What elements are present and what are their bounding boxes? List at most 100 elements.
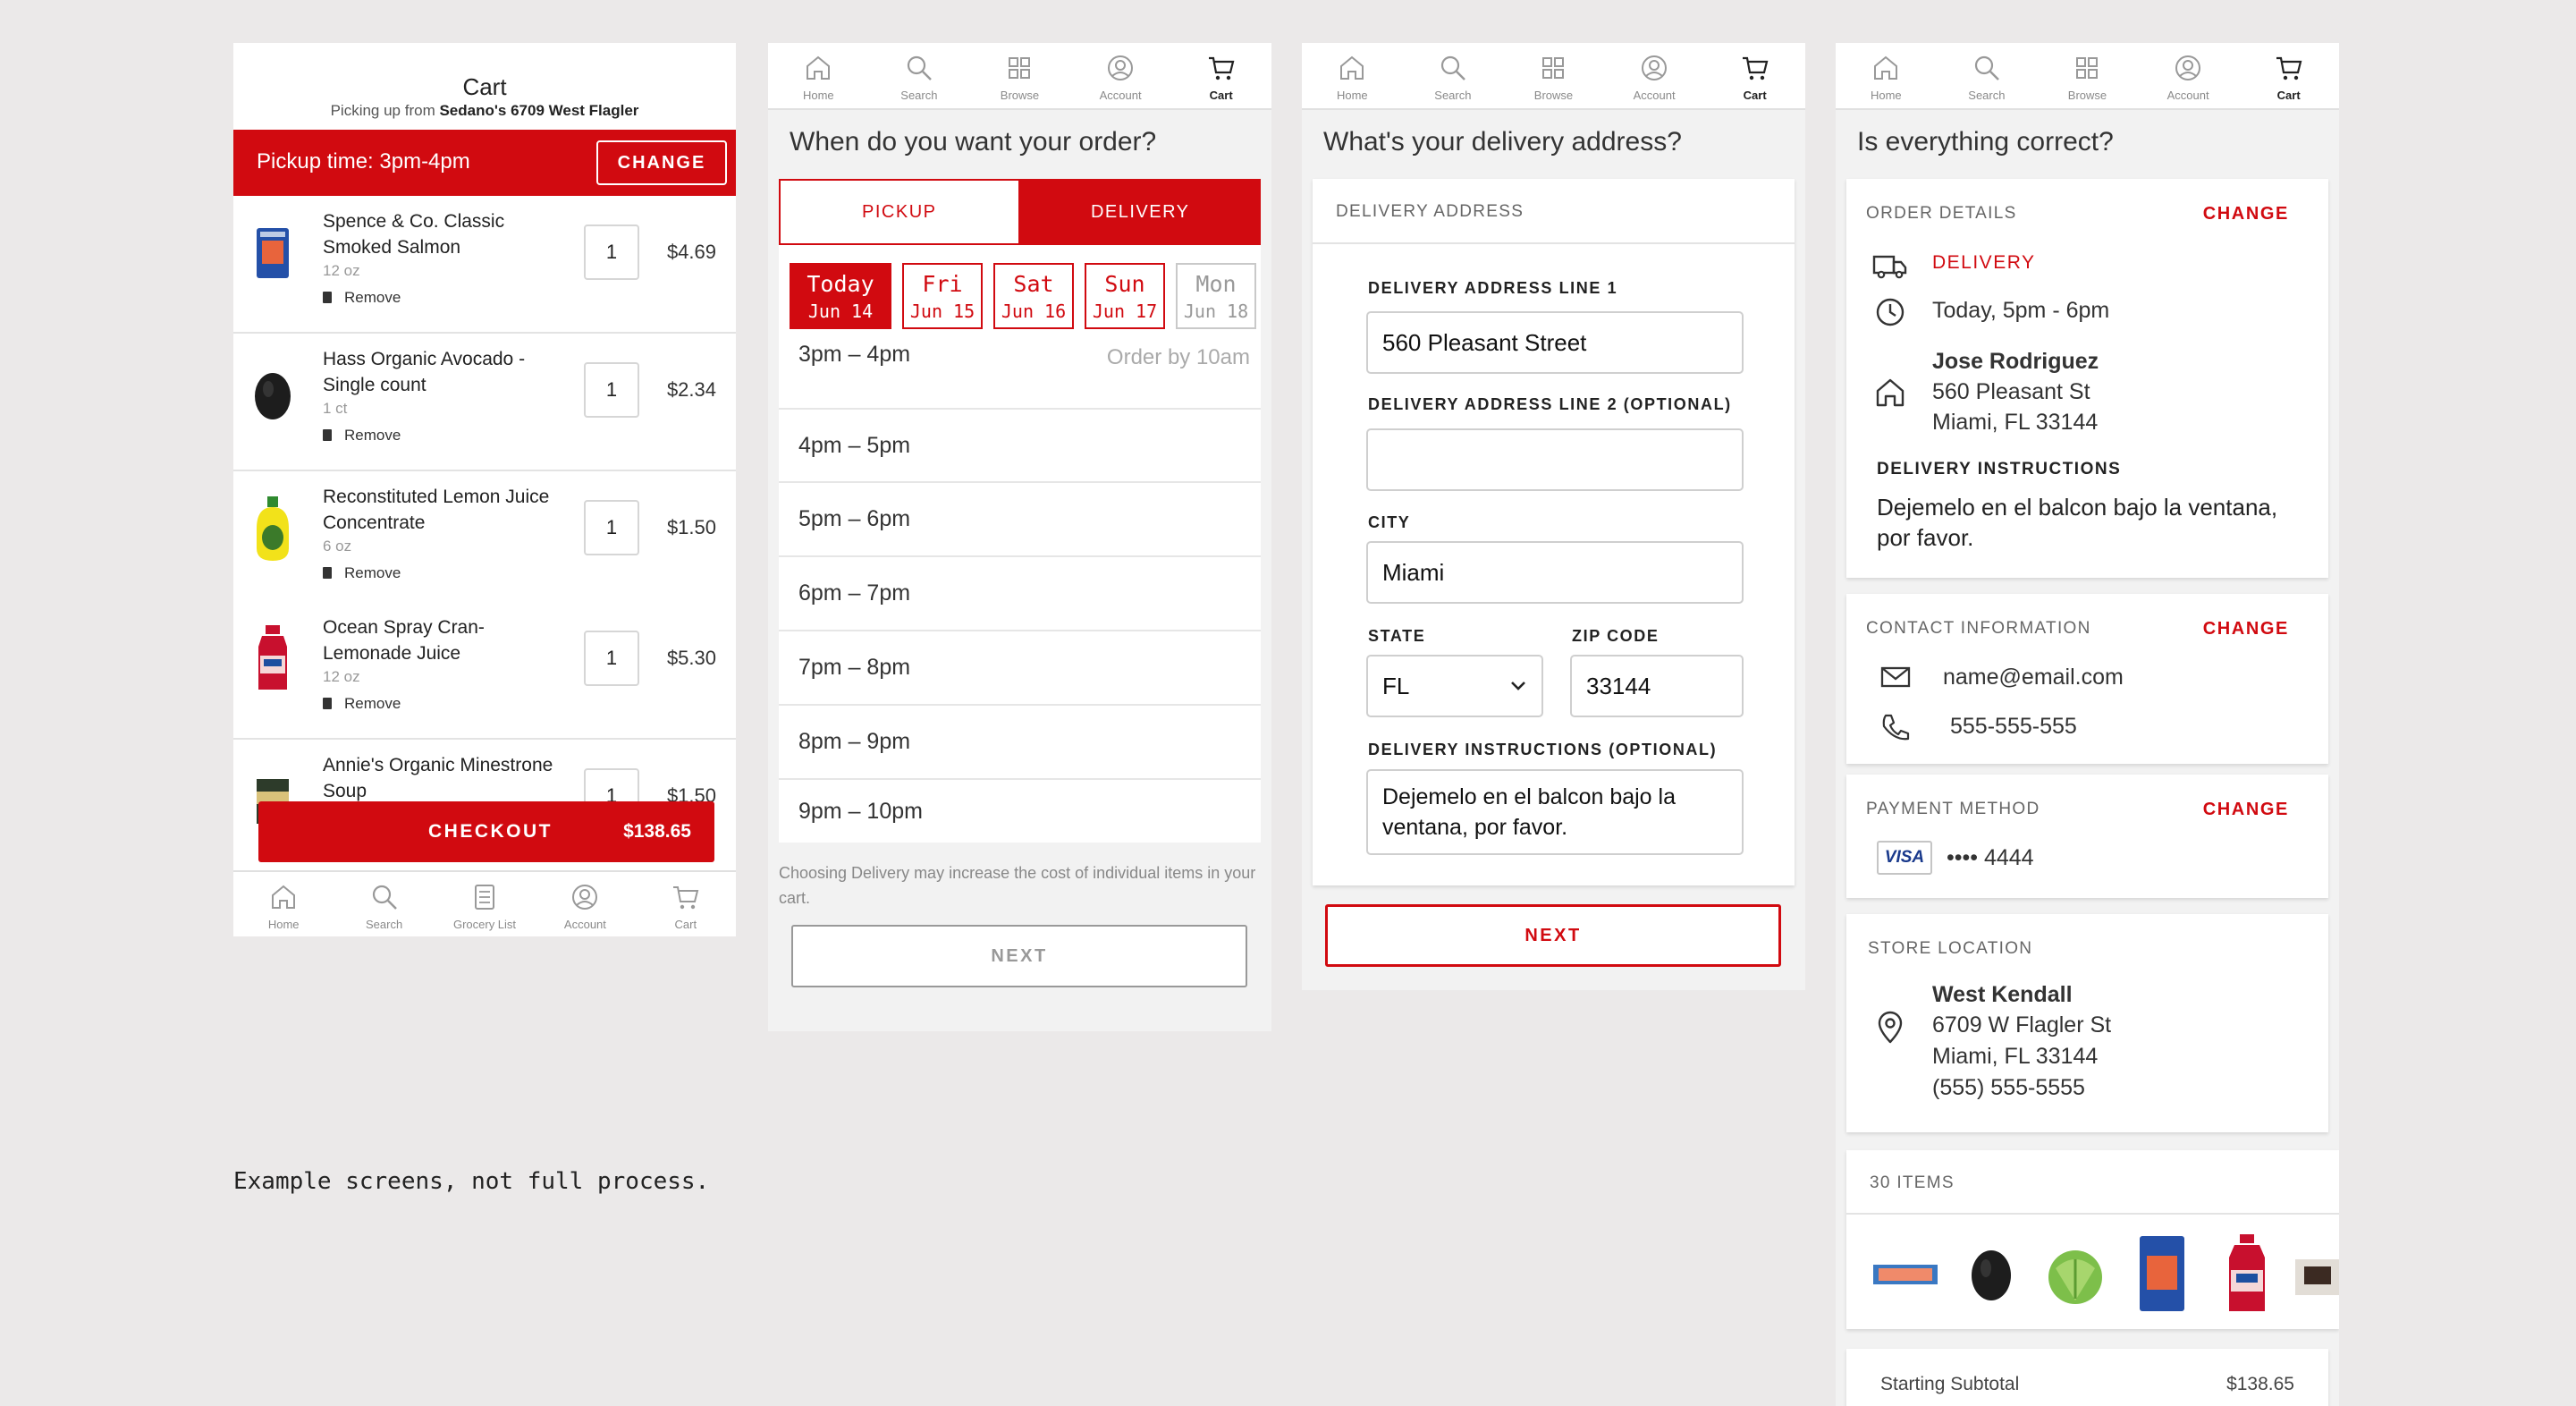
line1-label: DELIVERY ADDRESS LINE 1 bbox=[1368, 279, 1618, 297]
nav-grocery-list[interactable]: Grocery List bbox=[435, 872, 535, 936]
next-button[interactable]: NEXT bbox=[791, 925, 1247, 987]
nav-home[interactable]: Home bbox=[233, 872, 334, 936]
checkout-total: $138.65 bbox=[623, 821, 691, 842]
instructions-label: DELIVERY INSTRUCTIONS (OPTIONAL) bbox=[1368, 741, 1718, 758]
time-slot[interactable]: 7pm – 8pm bbox=[779, 631, 1261, 706]
delivery-instructions: Dejemelo en el balcon bajo la ventana, p… bbox=[1877, 494, 2278, 551]
address-line2-input[interactable] bbox=[1366, 428, 1744, 491]
delivery-note: Choosing Delivery may increase the cost … bbox=[779, 864, 1256, 907]
nav-cart[interactable]: Cart bbox=[2238, 43, 2339, 108]
tab-pickup[interactable]: PICKUP bbox=[779, 179, 1020, 245]
change-contact-button[interactable]: CHANGE bbox=[2203, 619, 2289, 639]
quantity-field[interactable]: 1 bbox=[584, 224, 639, 280]
payment-card: PAYMENT METHOD CHANGE VISA •••• 4444 bbox=[1846, 775, 2328, 898]
nav-browse[interactable]: Browse bbox=[969, 43, 1070, 108]
time-slot[interactable]: 5pm – 6pm bbox=[779, 483, 1261, 557]
address-form-card: DELIVERY ADDRESS DELIVERY ADDRESS LINE 1… bbox=[1313, 179, 1795, 885]
visa-card-icon: VISA bbox=[1877, 841, 1932, 875]
checkout-label: CHECKOUT bbox=[428, 821, 553, 842]
cart-icon bbox=[1742, 56, 1769, 80]
quantity-field[interactable]: 1 bbox=[584, 500, 639, 555]
order-by-note: Order by 10am bbox=[1106, 345, 1250, 369]
time-slot[interactable]: 6pm – 7pm bbox=[779, 557, 1261, 631]
day-name: Sun bbox=[1104, 270, 1145, 297]
nav-label: Home bbox=[802, 89, 834, 102]
items-count: 30 ITEMS bbox=[1870, 1173, 1955, 1192]
day-picker: Today Jun 14 Fri Jun 15 Sat Jun 16 Sun Jun 1… bbox=[790, 263, 1256, 329]
nav-home[interactable]: Home bbox=[1302, 43, 1403, 108]
remove-button[interactable]: Remove bbox=[323, 289, 401, 307]
nav-account[interactable]: Account bbox=[2138, 43, 2239, 108]
day-option[interactable]: Fri Jun 15 bbox=[902, 263, 983, 329]
next-button[interactable]: NEXT bbox=[1325, 904, 1781, 967]
remove-button[interactable]: Remove bbox=[323, 564, 401, 582]
top-nav: Home Search Browse Account Cart bbox=[1302, 43, 1805, 110]
cart-item[interactable]: Ocean Spray Cran-Lemonade Juice 12 oz Re… bbox=[233, 602, 736, 740]
top-nav: Home Search Browse Account Cart bbox=[768, 43, 1271, 110]
juice-bottle-icon bbox=[244, 623, 301, 695]
nav-account[interactable]: Account bbox=[1070, 43, 1171, 108]
nav-label: Browse bbox=[2067, 89, 2107, 102]
time-slot[interactable]: 9pm – 10pm bbox=[779, 780, 1261, 843]
time-slot[interactable]: 4pm – 5pm bbox=[779, 410, 1261, 483]
nav-cart[interactable]: Cart bbox=[1170, 43, 1271, 108]
payment-title: PAYMENT METHOD bbox=[1866, 800, 2040, 818]
slot-label: 6pm – 7pm bbox=[798, 580, 911, 606]
nav-home[interactable]: Home bbox=[1836, 43, 1937, 108]
address-line1-input[interactable]: 560 Pleasant Street bbox=[1366, 311, 1744, 374]
zip-input[interactable]: 33144 bbox=[1570, 655, 1744, 717]
cart-item[interactable]: Reconstituted Lemon Juice Concentrate 6 … bbox=[233, 471, 736, 609]
search-icon bbox=[1974, 55, 1999, 80]
day-option[interactable]: Today Jun 14 bbox=[790, 263, 891, 329]
item-size: 1 ct bbox=[323, 400, 348, 417]
nav-label: Browse bbox=[1533, 89, 1574, 102]
remove-button[interactable]: Remove bbox=[323, 427, 401, 445]
cart-item[interactable]: Spence & Co. Classic Smoked Salmon 12 oz… bbox=[233, 196, 736, 334]
location-pin-icon bbox=[1871, 1009, 1909, 1046]
slot-label: 5pm – 6pm bbox=[798, 506, 911, 531]
nav-home[interactable]: Home bbox=[768, 43, 869, 108]
day-option[interactable]: Sat Jun 16 bbox=[993, 263, 1074, 329]
change-payment-button[interactable]: CHANGE bbox=[2203, 800, 2289, 820]
nav-account[interactable]: Account bbox=[1604, 43, 1705, 108]
nav-cart[interactable]: Cart bbox=[1704, 43, 1805, 108]
nav-cart[interactable]: Cart bbox=[636, 872, 736, 936]
change-pickup-button[interactable]: CHANGE bbox=[596, 140, 727, 185]
day-option[interactable]: Sun Jun 17 bbox=[1085, 263, 1165, 329]
item-size: 12 oz bbox=[323, 668, 360, 685]
time-slot[interactable]: 8pm – 9pm bbox=[779, 706, 1261, 780]
item-name: Spence & Co. Classic Smoked Salmon bbox=[323, 211, 505, 258]
trash-icon bbox=[323, 567, 332, 579]
time-slot[interactable]: 3pm – 4pm Order by 10am bbox=[779, 338, 1261, 410]
item-name: Hass Organic Avocado - Single count bbox=[323, 349, 526, 395]
nav-browse[interactable]: Browse bbox=[2037, 43, 2138, 108]
nav-label: Home bbox=[1870, 89, 1902, 102]
day-date: Jun 18 bbox=[1183, 300, 1249, 322]
change-order-button[interactable]: CHANGE bbox=[2203, 204, 2289, 224]
nav-search[interactable]: Search bbox=[1937, 43, 2038, 108]
grid-icon bbox=[2076, 57, 2099, 79]
item-name: Ocean Spray Cran-Lemonade Juice bbox=[323, 617, 485, 664]
tab-delivery[interactable]: DELIVERY bbox=[1019, 179, 1261, 245]
state-select[interactable]: FL bbox=[1366, 655, 1543, 717]
caption: Example screens, not full process. bbox=[233, 1168, 710, 1195]
delivery-truck-icon bbox=[1871, 247, 1909, 284]
cart-item[interactable]: Hass Organic Avocado - Single count 1 ct… bbox=[233, 334, 736, 471]
home-icon bbox=[1340, 55, 1364, 80]
contact-phone: 555-555-555 bbox=[1950, 714, 2077, 739]
address-line2: Miami, FL 33144 bbox=[1932, 410, 2099, 435]
remove-button[interactable]: Remove bbox=[323, 695, 401, 713]
nav-search[interactable]: Search bbox=[1403, 43, 1504, 108]
nav-search[interactable]: Search bbox=[869, 43, 970, 108]
nav-search[interactable]: Search bbox=[334, 872, 434, 936]
quantity-field[interactable]: 1 bbox=[584, 631, 639, 686]
city-input[interactable]: Miami bbox=[1366, 541, 1744, 604]
day-name: Mon bbox=[1195, 270, 1237, 297]
nav-account[interactable]: Account bbox=[535, 872, 635, 936]
quantity-field[interactable]: 1 bbox=[584, 362, 639, 418]
nav-label: Home bbox=[1336, 89, 1368, 102]
line2-label: DELIVERY ADDRESS LINE 2 (OPTIONAL) bbox=[1368, 395, 1732, 413]
nav-browse[interactable]: Browse bbox=[1503, 43, 1604, 108]
checkout-button[interactable]: CHECKOUT $138.65 bbox=[258, 801, 714, 862]
instructions-input[interactable]: Dejemelo en el balcon bajo la ventana, p… bbox=[1366, 769, 1744, 855]
